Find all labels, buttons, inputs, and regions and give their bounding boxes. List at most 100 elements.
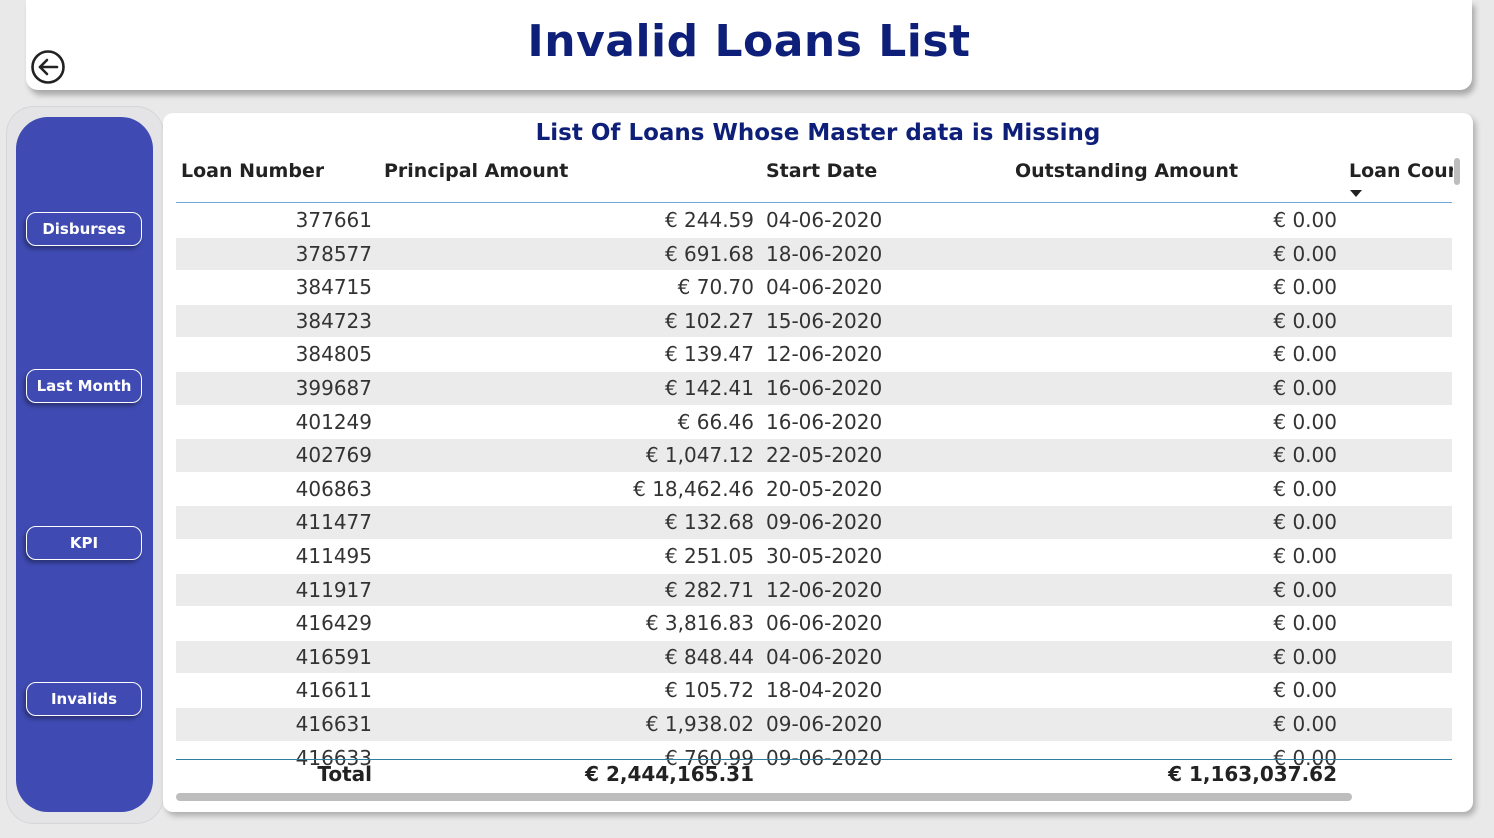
invalids-button[interactable]: Invalids <box>26 682 142 716</box>
outstanding-amount-cell: € 0.00 <box>1273 208 1337 232</box>
table-row[interactable]: 411495 € 251.05 30-05-2020 € 0.00 <box>176 540 1452 574</box>
loan-number-cell: 416591 <box>295 644 372 669</box>
loan-number-cell: 384723 <box>295 308 372 333</box>
header-card: Invalid Loans List <box>26 0 1472 90</box>
table-row[interactable]: 377661 € 244.59 04-06-2020 € 0.00 <box>176 204 1452 238</box>
start-date-cell: 30-05-2020 <box>766 543 883 568</box>
total-label: Total <box>317 762 372 786</box>
table-row[interactable]: 416611 € 105.72 18-04-2020 € 0.00 <box>176 674 1452 708</box>
principal-amount-cell: € 1,938.02 <box>645 711 754 736</box>
column-header-start-date[interactable]: Start Date <box>766 160 877 182</box>
outstanding-amount-cell: € 0.00 <box>1273 611 1337 636</box>
loan-number-cell: 399687 <box>295 375 372 400</box>
table-row[interactable]: 416429 € 3,816.83 06-06-2020 € 0.00 <box>176 607 1452 641</box>
outstanding-amount-cell: € 0.00 <box>1273 577 1337 602</box>
start-date-cell: 12-06-2020 <box>766 342 883 367</box>
sort-descending-icon[interactable] <box>1350 190 1362 197</box>
outstanding-amount-cell: € 0.00 <box>1273 275 1337 300</box>
outstanding-amount-cell: € 0.00 <box>1273 711 1337 736</box>
last-month-button[interactable]: Last Month <box>26 369 142 403</box>
principal-amount-cell: € 282.71 <box>664 577 754 602</box>
outstanding-amount-cell: € 0.00 <box>1273 241 1337 266</box>
start-date-cell: 16-06-2020 <box>766 409 883 434</box>
principal-amount-cell: € 244.59 <box>664 208 754 232</box>
principal-amount-cell: € 132.68 <box>664 510 754 535</box>
loan-number-cell: 377661 <box>295 208 372 232</box>
loan-number-cell: 401249 <box>295 409 372 434</box>
table-row[interactable]: 416591 € 848.44 04-06-2020 € 0.00 <box>176 640 1452 675</box>
disburses-button[interactable]: Disburses <box>26 212 142 246</box>
start-date-cell: 16-06-2020 <box>766 375 883 400</box>
start-date-cell: 04-06-2020 <box>766 275 883 300</box>
table-row[interactable]: 384715 € 70.70 04-06-2020 € 0.00 <box>176 271 1452 305</box>
loan-number-cell: 416429 <box>295 611 372 636</box>
back-arrow-icon[interactable] <box>30 49 66 85</box>
table-row[interactable]: 411477 € 132.68 09-06-2020 € 0.00 <box>176 506 1452 540</box>
loan-number-cell: 411477 <box>295 510 372 535</box>
vertical-scrollbar[interactable] <box>1454 158 1460 185</box>
table-title: List Of Loans Whose Master data is Missi… <box>535 120 1101 146</box>
header-divider <box>176 202 1452 203</box>
table-row[interactable]: 401249 € 66.46 16-06-2020 € 0.00 <box>176 406 1452 440</box>
start-date-cell: 09-06-2020 <box>766 711 883 736</box>
loan-number-cell: 378577 <box>295 241 372 266</box>
start-date-cell: 04-06-2020 <box>766 208 883 232</box>
principal-amount-cell: € 142.41 <box>664 375 754 400</box>
start-date-cell: 12-06-2020 <box>766 577 883 602</box>
principal-amount-cell: € 102.27 <box>664 308 754 333</box>
outstanding-amount-cell: € 0.00 <box>1273 476 1337 501</box>
outstanding-amount-cell: € 0.00 <box>1273 678 1337 703</box>
principal-amount-cell: € 251.05 <box>664 543 754 568</box>
column-header-loan-count[interactable]: Loan Cour <box>1349 160 1453 182</box>
table-row[interactable]: 411917 € 282.71 12-06-2020 € 0.00 <box>176 573 1452 608</box>
column-header-outstanding-amount[interactable]: Outstanding Amount <box>1015 160 1238 182</box>
loan-number-cell: 411495 <box>295 543 372 568</box>
total-principal: € 2,444,165.31 <box>585 762 754 786</box>
principal-amount-cell: € 3,816.83 <box>645 611 754 636</box>
table-row[interactable]: 406863 € 18,462.46 20-05-2020 € 0.00 <box>176 473 1452 507</box>
loan-number-cell: 406863 <box>295 476 372 501</box>
start-date-cell: 09-06-2020 <box>766 745 883 770</box>
table-row[interactable]: 399687 € 142.41 16-06-2020 € 0.00 <box>176 371 1452 406</box>
outstanding-amount-cell: € 0.00 <box>1273 543 1337 568</box>
horizontal-scrollbar[interactable] <box>176 793 1352 801</box>
start-date-cell: 04-06-2020 <box>766 644 883 669</box>
principal-amount-cell: € 139.47 <box>664 342 754 367</box>
outstanding-amount-cell: € 0.00 <box>1273 409 1337 434</box>
column-header-loan-number[interactable]: Loan Number <box>181 160 324 182</box>
outstanding-amount-cell: € 0.00 <box>1273 644 1337 669</box>
principal-amount-cell: € 1,047.12 <box>645 443 754 468</box>
total-outstanding: € 1,163,037.62 <box>1168 762 1337 786</box>
loan-number-cell: 416631 <box>295 711 372 736</box>
table-body: 377661 € 244.59 04-06-2020 € 0.00 378577 € 69… <box>176 204 1452 776</box>
start-date-cell: 22-05-2020 <box>766 443 883 468</box>
outstanding-amount-cell: € 0.00 <box>1273 375 1337 400</box>
total-divider <box>176 759 1452 760</box>
outstanding-amount-cell: € 0.00 <box>1273 342 1337 367</box>
loan-number-cell: 411917 <box>295 577 372 602</box>
page-title: Invalid Loans List <box>527 16 971 67</box>
start-date-cell: 15-06-2020 <box>766 308 883 333</box>
principal-amount-cell: € 18,462.46 <box>633 476 754 501</box>
start-date-cell: 09-06-2020 <box>766 510 883 535</box>
start-date-cell: 20-05-2020 <box>766 476 883 501</box>
kpi-button[interactable]: KPI <box>26 526 142 560</box>
outstanding-amount-cell: € 0.00 <box>1273 510 1337 535</box>
principal-amount-cell: € 70.70 <box>677 275 754 300</box>
start-date-cell: 18-06-2020 <box>766 241 883 266</box>
principal-amount-cell: € 848.44 <box>664 644 754 669</box>
loan-number-cell: 416611 <box>295 678 372 703</box>
principal-amount-cell: € 66.46 <box>677 409 754 434</box>
table-row[interactable]: 384805 € 139.47 12-06-2020 € 0.00 <box>176 338 1452 372</box>
start-date-cell: 18-04-2020 <box>766 678 883 703</box>
start-date-cell: 06-06-2020 <box>766 611 883 636</box>
table-row[interactable]: 416631 € 1,938.02 09-06-2020 € 0.00 <box>176 707 1452 742</box>
loan-number-cell: 384805 <box>295 342 372 367</box>
table-row[interactable]: 378577 € 691.68 18-06-2020 € 0.00 <box>176 237 1452 272</box>
loan-number-cell: 384715 <box>295 275 372 300</box>
table-row[interactable]: 384723 € 102.27 15-06-2020 € 0.00 <box>176 304 1452 339</box>
loan-number-cell: 402769 <box>295 443 372 468</box>
column-header-principal-amount[interactable]: Principal Amount <box>384 160 568 182</box>
outstanding-amount-cell: € 0.00 <box>1273 308 1337 333</box>
table-row[interactable]: 402769 € 1,047.12 22-05-2020 € 0.00 <box>176 439 1452 473</box>
